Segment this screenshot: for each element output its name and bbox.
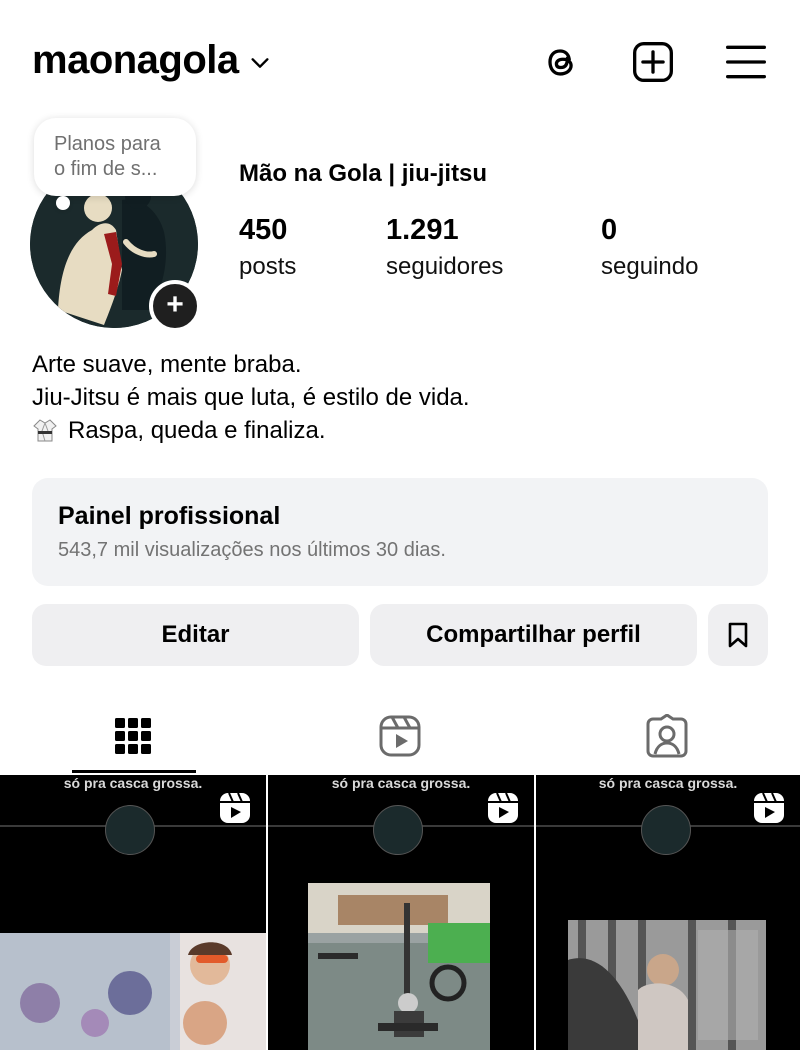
reels-icon <box>379 715 421 757</box>
plus-icon: + <box>166 288 184 321</box>
saved-button[interactable] <box>708 604 768 666</box>
reels-icon <box>754 792 784 823</box>
posts-count[interactable]: 450 posts <box>239 214 296 281</box>
profile-note[interactable]: Planos para o fim de s... <box>34 118 196 196</box>
stat-value: 0 <box>601 214 618 246</box>
post-image <box>308 883 490 1050</box>
stat-value: 1.291 <box>386 214 459 246</box>
grid-icon <box>115 718 151 754</box>
chevron-down-icon <box>251 57 269 68</box>
username: maonagola <box>32 38 239 82</box>
post-thumbnail[interactable]: só pra casca grossa. <box>268 775 534 1050</box>
professional-dashboard[interactable]: Painel profissional 543,7 mil visualizaç… <box>32 478 768 586</box>
post-thumbnail[interactable]: só pra casca grossa. <box>0 775 266 1050</box>
following-count[interactable]: 0 seguindo <box>601 214 698 281</box>
edit-profile-button[interactable]: Editar <box>32 604 359 666</box>
tab-tagged[interactable] <box>534 700 800 772</box>
account-switcher[interactable]: maonagola <box>32 38 271 83</box>
tab-reels[interactable] <box>267 700 533 772</box>
stat-label: seguidores <box>386 253 504 280</box>
post-image <box>0 933 266 1050</box>
note-text: Planos para o fim de s... <box>54 133 161 180</box>
post-image <box>568 920 766 1050</box>
post-caption: só pra casca grossa. <box>598 775 738 791</box>
profile-logo-icon <box>105 805 155 855</box>
tagged-icon <box>646 714 688 758</box>
threads-icon[interactable] <box>537 38 585 86</box>
stat-label: posts <box>239 253 297 280</box>
reels-icon <box>220 792 250 823</box>
post-caption: só pra casca grossa. <box>331 775 471 791</box>
add-story-button[interactable]: + <box>149 280 201 332</box>
panel-subtitle: 543,7 mil visualizações nos últimos 30 d… <box>58 539 446 561</box>
stat-value: 450 <box>239 214 288 246</box>
martial-arts-uniform-icon <box>33 419 57 442</box>
stat-label: seguindo <box>601 253 699 280</box>
plus-square-icon[interactable] <box>629 38 677 86</box>
profile-bio: Arte suave, mente braba. Jiu-Jitsu é mai… <box>32 348 470 447</box>
share-profile-button[interactable]: Compartilhar perfil <box>370 604 697 666</box>
profile-full-name: Mão na Gola | jiu-jitsu <box>239 160 488 187</box>
menu-icon[interactable] <box>722 38 770 86</box>
post-thumbnail[interactable]: só pra casca grossa. <box>536 775 800 1050</box>
note-bubble-tail <box>56 196 70 210</box>
bio-line: Arte suave, mente braba. <box>32 351 302 378</box>
bookmark-icon <box>728 622 748 648</box>
bio-line: Jiu-Jitsu é mais que luta, é estilo de v… <box>32 384 470 411</box>
post-caption: só pra casca grossa. <box>63 775 203 791</box>
tab-posts-grid[interactable] <box>0 700 266 772</box>
profile-logo-icon <box>373 805 423 855</box>
bio-line: Raspa, queda e finaliza. <box>32 414 470 447</box>
bio-line-text: Raspa, queda e finaliza. <box>68 417 326 444</box>
active-tab-indicator <box>72 770 196 773</box>
profile-logo-icon <box>641 805 691 855</box>
followers-count[interactable]: 1.291 seguidores <box>386 214 503 281</box>
panel-title: Painel profissional <box>58 502 281 530</box>
top-bar: maonagola <box>0 0 800 120</box>
reels-icon <box>488 792 518 823</box>
